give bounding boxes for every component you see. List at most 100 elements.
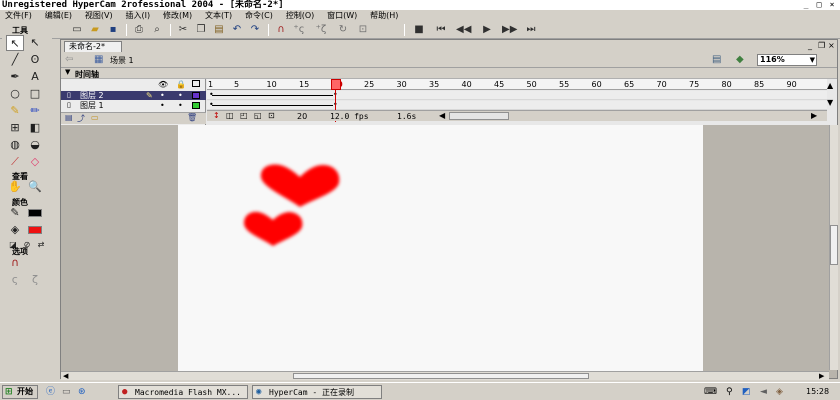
edit-multiple-icon[interactable]: ◱ xyxy=(254,111,262,120)
save-icon[interactable]: ▪ xyxy=(106,23,120,36)
zoom-select[interactable]: 116% ▼ xyxy=(757,54,817,66)
tray-app-icon[interactable]: ◩ xyxy=(742,387,751,397)
free-transform-tool-icon[interactable]: ⊞ xyxy=(6,120,24,136)
maximize-button[interactable]: □ xyxy=(813,0,825,10)
pen-tool-icon[interactable]: ✒ xyxy=(6,69,24,85)
network-icon[interactable]: ⚲ xyxy=(726,387,733,397)
menu-modify[interactable]: 修改(M) xyxy=(158,10,197,21)
menu-text[interactable]: 文本(T) xyxy=(200,10,237,21)
close-button[interactable]: × xyxy=(826,0,838,10)
horizontal-scroll-thumb[interactable] xyxy=(293,373,589,379)
vertical-scroll-thumb[interactable] xyxy=(830,225,838,265)
layer-row[interactable]: ▯ 图层 1 • • xyxy=(61,101,206,110)
straighten-icon[interactable]: ⁺ζ xyxy=(314,23,328,36)
heart-small[interactable] xyxy=(244,211,303,246)
minimize-button[interactable]: _ xyxy=(800,0,812,10)
new-icon[interactable]: ▭ xyxy=(70,23,84,36)
onion-skin-icon[interactable]: ◫ xyxy=(226,111,234,120)
document-tab[interactable]: 未命名-2* xyxy=(64,41,122,52)
menu-insert[interactable]: 插入(I) xyxy=(120,10,155,21)
go-end-icon[interactable]: ⏭ xyxy=(524,23,538,36)
timeline-scroll-thumb[interactable] xyxy=(449,112,509,120)
ink-bottle-tool-icon[interactable]: ◍ xyxy=(6,137,24,153)
hand-tool-icon[interactable]: ✋ xyxy=(6,179,24,195)
print-icon[interactable]: ⎙ xyxy=(132,23,146,36)
onion-markers-icon[interactable]: ⊡ xyxy=(268,111,275,120)
cut-icon[interactable]: ✂ xyxy=(176,23,190,36)
play-icon[interactable]: ▶ xyxy=(480,23,494,36)
fill-transform-tool-icon[interactable]: ◧ xyxy=(26,120,44,136)
task-flash[interactable]: ● Macromedia Flash MX... xyxy=(118,385,248,399)
volume-icon[interactable]: ◄ xyxy=(760,387,767,397)
text-tool-icon[interactable]: A xyxy=(26,69,44,85)
magnet-icon[interactable]: ∩ xyxy=(274,23,288,36)
menu-commands[interactable]: 命令(C) xyxy=(240,10,278,21)
line-tool-icon[interactable]: ╱ xyxy=(6,52,24,68)
pencil-tool-icon[interactable]: ✎ xyxy=(6,103,24,119)
stage-canvas[interactable] xyxy=(178,125,703,371)
layer-color-box[interactable] xyxy=(192,102,200,109)
start-button[interactable]: ⊞ 开始 xyxy=(2,385,38,399)
frame-ruler[interactable]: 151015202530354045505560657075808590 xyxy=(207,79,827,90)
scroll-right-arrow-icon[interactable]: ▶ xyxy=(819,372,824,380)
zoom-tool-icon[interactable]: 🔍 xyxy=(26,179,44,195)
menu-help[interactable]: 帮助(H) xyxy=(365,10,403,21)
onion-outline-icon[interactable]: ◰ xyxy=(240,111,248,120)
layer-row[interactable]: ▯ 图层 2 ✎ • • xyxy=(61,91,206,100)
add-guide-layer-icon[interactable]: ⤴ xyxy=(77,113,85,124)
smooth-icon[interactable]: ⁺ς xyxy=(292,23,306,36)
rectangle-tool-icon[interactable]: □ xyxy=(26,86,44,102)
step-forward-icon[interactable]: ▶▶ xyxy=(502,23,517,36)
lock-icon[interactable]: 🔒 xyxy=(176,80,186,89)
straighten-option-icon[interactable]: ζ xyxy=(26,272,44,288)
edit-symbol-icon[interactable]: ◆ xyxy=(736,54,744,65)
doc-minimize-button[interactable]: _ xyxy=(808,41,812,50)
center-frame-icon[interactable]: ↕ xyxy=(213,111,220,120)
doc-restore-button[interactable]: ❐ xyxy=(818,41,825,50)
smooth-option-icon[interactable]: ς xyxy=(6,272,24,288)
scroll-left-arrow-icon[interactable]: ◀ xyxy=(63,372,68,380)
oval-tool-icon[interactable]: ○ xyxy=(6,86,24,102)
lasso-tool-icon[interactable]: ʘ xyxy=(26,52,44,68)
horizontal-scrollbar[interactable]: ◀ ▶ xyxy=(61,371,829,380)
delete-layer-icon[interactable]: 🗑 xyxy=(187,113,197,122)
fill-color-swatch[interactable] xyxy=(28,226,42,234)
step-back-icon[interactable]: ◀◀ xyxy=(456,23,471,36)
frame-row[interactable]: • • xyxy=(207,91,827,100)
layer-visible-dot[interactable]: • xyxy=(160,91,165,100)
outline-icon[interactable] xyxy=(192,80,200,87)
stroke-color-icon[interactable]: ✎ xyxy=(6,205,24,221)
media-icon[interactable]: ⊛ xyxy=(78,387,86,397)
playhead[interactable] xyxy=(331,79,341,90)
frame-row[interactable]: • • xyxy=(207,101,827,110)
menu-view[interactable]: 视图(V) xyxy=(80,10,118,21)
scroll-right-icon[interactable]: ▶ xyxy=(811,111,817,120)
ie-icon[interactable]: ⓔ xyxy=(46,387,55,397)
tray-app2-icon[interactable]: ◈ xyxy=(776,387,783,397)
undo-icon[interactable]: ↶ xyxy=(230,23,244,36)
fill-color-icon[interactable]: ◈ xyxy=(6,222,24,238)
layer-color-box[interactable] xyxy=(192,92,200,99)
rotate-icon[interactable]: ↻ xyxy=(336,23,350,36)
scroll-left-icon[interactable]: ◀ xyxy=(439,111,445,120)
snap-magnet-icon[interactable]: ∩ xyxy=(6,255,24,271)
timeline-scroll-down-icon[interactable]: ▼ xyxy=(827,98,833,107)
print-preview-icon[interactable]: ⌕ xyxy=(150,23,164,36)
expand-triangle-icon[interactable]: ▼ xyxy=(65,68,70,76)
arrow-tool-icon[interactable]: ↖ xyxy=(6,35,24,51)
insert-folder-icon[interactable]: ▭ xyxy=(91,113,99,122)
scale-icon[interactable]: ⊡ xyxy=(356,23,370,36)
task-hypercam[interactable]: ◉ HyperCam - 正在录制 xyxy=(252,385,382,399)
menu-window[interactable]: 窗口(W) xyxy=(322,10,362,21)
swap-colors-icon[interactable]: ⇄ xyxy=(32,237,50,253)
eraser-tool-icon[interactable]: ◇ xyxy=(26,154,44,170)
doc-close-button[interactable]: × xyxy=(828,41,835,50)
keyboard-icon[interactable]: ⌨ xyxy=(704,387,717,397)
layer-visible-dot[interactable]: • xyxy=(160,101,165,110)
paint-bucket-tool-icon[interactable]: ◒ xyxy=(26,137,44,153)
open-icon[interactable]: ▰ xyxy=(88,23,102,36)
rewind-icon[interactable]: ⏮ xyxy=(434,23,448,36)
stop-icon[interactable]: ■ xyxy=(412,23,426,36)
copy-icon[interactable]: ❐ xyxy=(194,23,208,36)
heart-large[interactable] xyxy=(260,164,340,208)
